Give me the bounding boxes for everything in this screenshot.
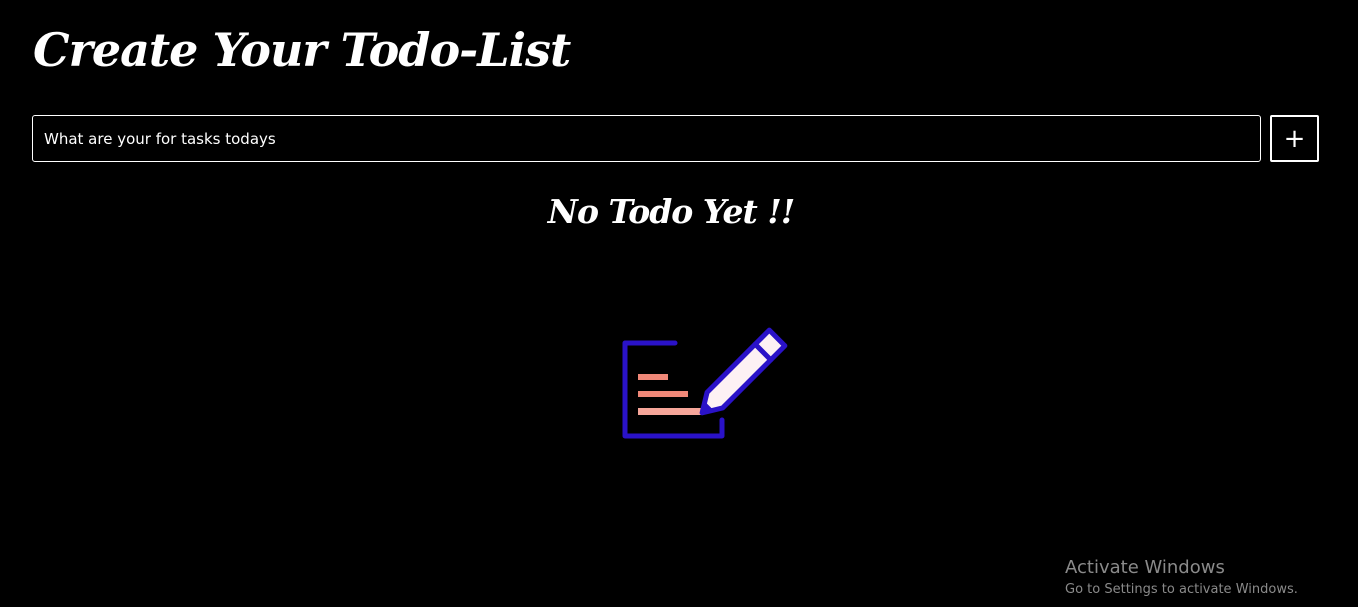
- windows-activation-watermark: Activate Windows Go to Settings to activ…: [1065, 556, 1298, 600]
- note-line-2: [638, 391, 688, 397]
- watermark-title: Activate Windows: [1065, 557, 1225, 578]
- page-title: Create Your Todo-List: [33, 23, 571, 77]
- note-line-1: [638, 374, 668, 380]
- note-line-3: [638, 408, 704, 415]
- pencil-icon: [699, 327, 788, 416]
- task-input[interactable]: [32, 115, 1261, 162]
- add-task-button[interactable]: +: [1270, 115, 1319, 162]
- empty-state-message: No Todo Yet !!: [547, 192, 795, 231]
- note-with-pencil-icon: [622, 327, 788, 439]
- watermark-subtitle: Go to Settings to activate Windows.: [1065, 582, 1298, 597]
